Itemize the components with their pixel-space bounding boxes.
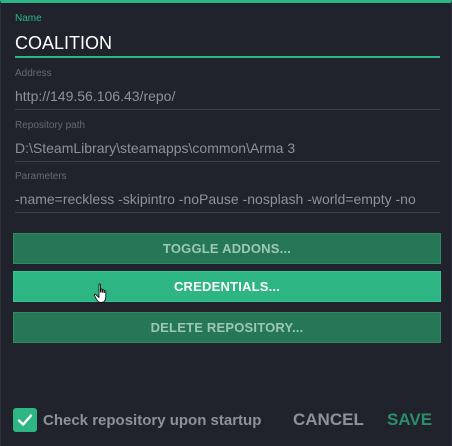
- name-underline: [15, 56, 440, 58]
- repository-dialog: Name COALITION Address http://149.56.106…: [0, 0, 452, 446]
- save-button[interactable]: SAVE: [387, 410, 432, 430]
- repository-path-underline: [15, 161, 440, 162]
- name-field[interactable]: Name COALITION: [15, 13, 440, 61]
- parameters-underline: [15, 212, 440, 213]
- startup-check-label: Check repository upon startup: [43, 411, 262, 429]
- address-label: Address: [15, 68, 52, 79]
- cancel-button[interactable]: CANCEL: [293, 410, 364, 430]
- delete-repository-button[interactable]: DELETE REPOSITORY...: [13, 312, 441, 343]
- address-input[interactable]: http://149.56.106.43/repo/: [15, 87, 440, 105]
- hand-cursor-icon: [93, 283, 107, 303]
- name-input[interactable]: COALITION: [15, 32, 440, 54]
- parameters-label: Parameters: [15, 171, 67, 182]
- startup-checkbox[interactable]: [13, 408, 37, 432]
- repository-path-label: Repository path: [15, 120, 86, 131]
- startup-check-row[interactable]: Check repository upon startup: [13, 408, 261, 432]
- parameters-field[interactable]: Parameters -name=reckless -skipintro -no…: [15, 171, 440, 217]
- address-underline: [15, 109, 440, 110]
- toggle-addons-button[interactable]: TOGGLE ADDONS...: [13, 233, 441, 264]
- repository-path-input[interactable]: D:\SteamLibrary\steamapps\common\Arma 3: [15, 139, 440, 157]
- checkmark-icon: [17, 414, 33, 426]
- repository-path-field[interactable]: Repository path D:\SteamLibrary\steamapp…: [15, 120, 440, 164]
- address-field[interactable]: Address http://149.56.106.43/repo/: [15, 68, 440, 112]
- parameters-input[interactable]: -name=reckless -skipintro -noPause -nosp…: [15, 190, 440, 208]
- credentials-button[interactable]: CREDENTIALS...: [13, 271, 441, 302]
- name-label: Name: [15, 13, 42, 24]
